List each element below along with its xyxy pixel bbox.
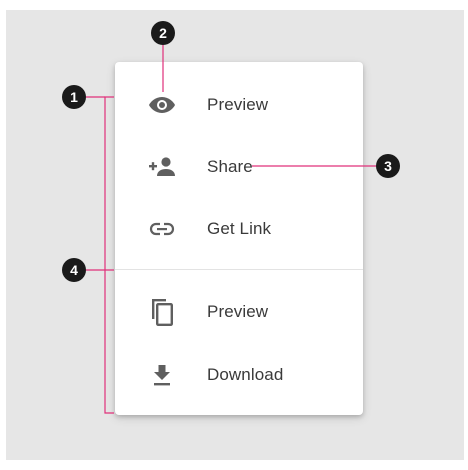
- menu-item-preview-copy[interactable]: Preview: [115, 284, 363, 340]
- menu-item-get-link[interactable]: Get Link: [115, 201, 363, 257]
- menu-item-label: Preview: [207, 302, 269, 321]
- copy-icon: [147, 297, 177, 327]
- person-add-icon: [147, 152, 177, 182]
- callout-badge-4: 4: [62, 258, 86, 282]
- menu-item-share[interactable]: Share: [115, 139, 363, 195]
- menu-item-label: Share: [207, 157, 253, 176]
- menu-item-label: Download: [207, 365, 284, 384]
- menu-item-download[interactable]: Download: [115, 347, 363, 403]
- link-icon: [147, 214, 177, 244]
- context-menu: Preview Share Get Link Preview Download: [115, 62, 363, 415]
- menu-item-label: Get Link: [207, 219, 272, 238]
- callout-badge-2: 2: [151, 21, 175, 45]
- download-icon: [147, 360, 177, 390]
- callout-badge-3: 3: [376, 154, 400, 178]
- callout-badge-1: 1: [62, 85, 86, 109]
- menu-item-preview[interactable]: Preview: [115, 77, 363, 133]
- eye-icon: [147, 90, 177, 120]
- menu-item-label: Preview: [207, 95, 269, 114]
- menu-divider: [115, 269, 363, 270]
